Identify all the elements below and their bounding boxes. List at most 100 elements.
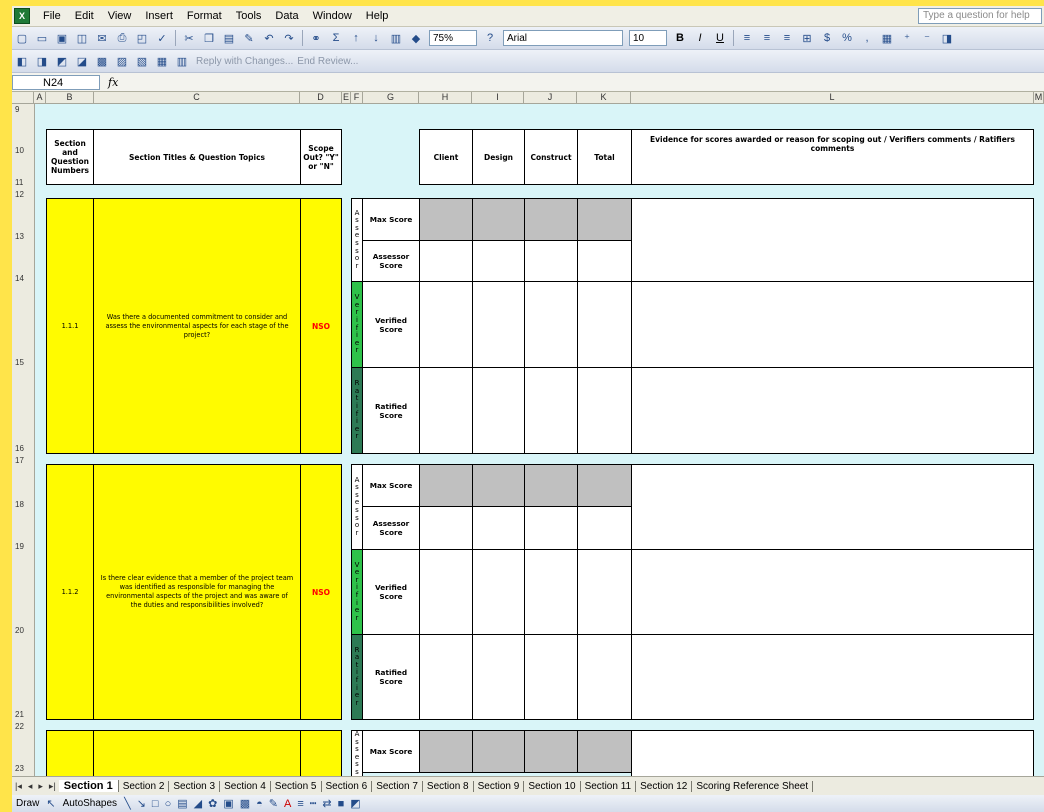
column-header[interactable]: I [472, 92, 524, 103]
dash-style-icon[interactable]: ┅ [310, 797, 317, 810]
row-header[interactable]: 18 [12, 500, 34, 509]
menu-tools[interactable]: Tools [229, 10, 269, 22]
align-center-icon[interactable]: ≡ [759, 30, 775, 46]
sheet-tab-section-5[interactable]: Section 5 [271, 780, 322, 792]
fill-color-icon[interactable]: ◨ [939, 30, 955, 46]
merge-center-icon[interactable]: ⊞ [799, 30, 815, 46]
verifier-comments-cell[interactable] [631, 549, 1034, 635]
sheet-tab-section-4[interactable]: Section 4 [220, 780, 271, 792]
column-header[interactable]: K [577, 92, 631, 103]
clipart-icon[interactable]: ▣ [223, 797, 233, 810]
row-header[interactable]: 20 [12, 626, 34, 635]
review-icon-1[interactable]: ◧ [14, 53, 30, 69]
row-header[interactable]: 11 [12, 178, 34, 187]
column-header[interactable]: C [94, 92, 300, 103]
review-icon-2[interactable]: ◨ [34, 53, 50, 69]
max-score-cell-construct[interactable] [524, 464, 578, 507]
worksheet-grid[interactable]: A B C D E F G H I J K L M 9 10 11 12 13 … [12, 92, 1044, 776]
fx-icon[interactable]: fx [108, 76, 118, 89]
sort-ascending-icon[interactable]: ↑ [348, 30, 364, 46]
email-icon[interactable]: ✉ [94, 30, 110, 46]
ratified-score-cell-client[interactable] [419, 367, 473, 454]
textbox-icon[interactable]: ▤ [177, 797, 187, 810]
help-search-input[interactable]: Type a question for help [918, 8, 1042, 24]
spelling-icon[interactable]: ✓ [154, 30, 170, 46]
help-icon[interactable]: ? [482, 30, 498, 46]
verified-score-cell-design[interactable] [472, 281, 525, 368]
row-header[interactable]: 16 [12, 444, 34, 453]
assessor-score-cell-construct[interactable] [524, 506, 578, 550]
shadow-icon[interactable]: ■ [338, 798, 345, 810]
assessor-score-cell-client[interactable] [419, 240, 473, 282]
line-icon[interactable]: ╲ [124, 797, 131, 810]
max-score-cell-total[interactable] [577, 730, 632, 773]
column-header[interactable]: D [300, 92, 342, 103]
permission-icon[interactable]: ◫ [74, 30, 90, 46]
sheet-tab-section-3[interactable]: Section 3 [169, 780, 221, 792]
sheet-tab-section-2[interactable]: Section 2 [119, 780, 170, 792]
menu-format[interactable]: Format [180, 10, 229, 22]
assessor-score-cell-design[interactable] [472, 240, 525, 282]
align-right-icon[interactable]: ≡ [779, 30, 795, 46]
max-score-cell-construct[interactable] [524, 730, 578, 773]
autoshapes-button[interactable]: AutoShapes [63, 798, 118, 809]
excel-app-icon[interactable]: X [14, 8, 30, 24]
max-score-cell-design[interactable] [472, 464, 525, 507]
line-color-icon[interactable]: ✎ [269, 797, 278, 810]
italic-icon[interactable]: I [692, 30, 708, 46]
prev-sheet-icon[interactable]: ◂ [25, 781, 36, 792]
verifier-comments-cell[interactable] [631, 281, 1034, 368]
ratifier-comments-cell[interactable] [631, 367, 1034, 454]
font-color-icon[interactable]: A [284, 798, 291, 810]
format-painter-icon[interactable]: ✎ [241, 30, 257, 46]
scope-out-value[interactable]: NSO [300, 464, 342, 720]
last-sheet-icon[interactable]: ▸| [46, 781, 59, 792]
assessor-score-cell-design[interactable] [472, 506, 525, 550]
picture-icon[interactable]: ▩ [240, 797, 250, 810]
new-icon[interactable]: ▢ [14, 30, 30, 46]
wordart-icon[interactable]: ◢ [194, 797, 202, 810]
column-header[interactable]: H [419, 92, 472, 103]
assessor-score-cell-client[interactable] [419, 506, 473, 550]
bold-icon[interactable]: B [672, 30, 688, 46]
column-header[interactable]: M [1034, 92, 1044, 103]
evidence-cell[interactable] [631, 198, 1034, 282]
row-header[interactable]: 12 [12, 190, 34, 199]
sheet-tab-section-6[interactable]: Section 6 [322, 780, 373, 792]
hyperlink-icon[interactable]: ⚭ [308, 30, 324, 46]
fill-color-icon[interactable]: ◓ [256, 798, 263, 810]
increase-decimal-icon[interactable]: ⁺ [899, 30, 915, 46]
align-left-icon[interactable]: ≡ [739, 30, 755, 46]
question-text[interactable]: Is there clear evidence that a member of… [93, 464, 301, 720]
column-header[interactable]: E [342, 92, 351, 103]
oval-icon[interactable]: ○ [165, 798, 172, 810]
comma-icon[interactable]: , [859, 30, 875, 46]
review-icon-5[interactable]: ▩ [94, 53, 110, 69]
review-icon-9[interactable]: ▥ [174, 53, 190, 69]
column-header[interactable]: G [363, 92, 419, 103]
review-icon-7[interactable]: ▧ [134, 53, 150, 69]
scope-out-value[interactable]: NSO [300, 198, 342, 454]
scope-out-value[interactable] [300, 730, 342, 776]
autosum-icon[interactable]: Σ [328, 30, 344, 46]
currency-icon[interactable]: $ [819, 30, 835, 46]
question-number[interactable]: 1.1.2 [46, 464, 94, 720]
column-header[interactable]: B [46, 92, 94, 103]
next-sheet-icon[interactable]: ▸ [35, 781, 46, 792]
row-header[interactable]: 10 [12, 146, 34, 155]
menu-window[interactable]: Window [306, 10, 359, 22]
rectangle-icon[interactable]: □ [152, 798, 159, 810]
row-header[interactable]: 22 [12, 722, 34, 731]
verified-score-cell-client[interactable] [419, 549, 473, 635]
verified-score-cell-construct[interactable] [524, 549, 578, 635]
sheet-tab-section-9[interactable]: Section 9 [474, 780, 525, 792]
name-box[interactable]: N24 [12, 74, 100, 90]
row-header[interactable]: 14 [12, 274, 34, 283]
max-score-cell-client[interactable] [419, 464, 473, 507]
zoom-select[interactable]: 75% [429, 30, 477, 46]
decrease-decimal-icon[interactable]: ⁻ [919, 30, 935, 46]
row-header[interactable]: 23 [12, 764, 34, 773]
draw-menu-button[interactable]: Draw [16, 798, 39, 809]
sheet-tab-section-10[interactable]: Section 10 [524, 780, 581, 792]
menu-edit[interactable]: Edit [68, 10, 101, 22]
